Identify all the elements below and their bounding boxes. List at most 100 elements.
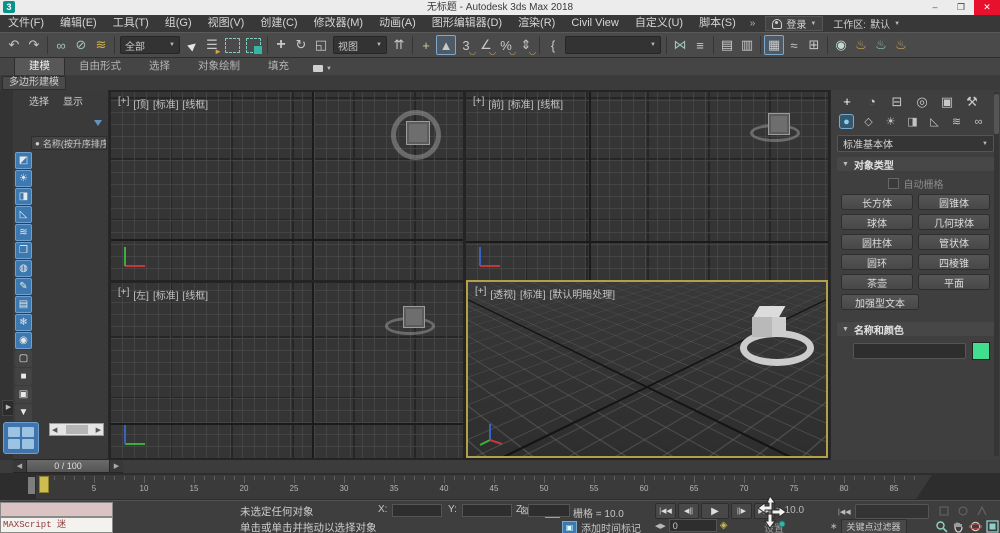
- selection-filter-dropdown[interactable]: 全部▼: [120, 36, 180, 54]
- cat-lights[interactable]: ☀: [883, 114, 898, 129]
- time-marker[interactable]: [39, 476, 49, 493]
- viewport-label-part-2[interactable]: [标准]: [153, 96, 179, 111]
- viewport-label-part-1[interactable]: [透视]: [490, 286, 516, 301]
- viewport-label-part-1[interactable]: [顶]: [133, 96, 149, 111]
- workspace-selector[interactable]: 工作区: 默认 ▼: [833, 16, 906, 31]
- scroll-right-icon[interactable]: ▶: [96, 426, 101, 434]
- viewport-layout-tab[interactable]: [3, 422, 39, 454]
- cat-cameras[interactable]: ◨: [905, 114, 920, 129]
- redo-icon[interactable]: ↷: [24, 35, 44, 55]
- mini-curve-editor-button[interactable]: [28, 477, 35, 494]
- primitive-button[interactable]: 四棱锥: [918, 254, 990, 270]
- filter-hidden-icon[interactable]: ◉: [15, 332, 32, 349]
- add-time-tag[interactable]: ▣ 添加时间标记: [562, 520, 641, 533]
- cat-systems[interactable]: ∞: [971, 114, 986, 129]
- viewport-label-part-0[interactable]: [+]: [473, 96, 484, 111]
- axis-constraint-icon[interactable]: +: [416, 35, 436, 55]
- checkbox-icon[interactable]: [888, 178, 899, 189]
- filter-geometry-icon[interactable]: ◩: [15, 152, 32, 169]
- scroll-thumb[interactable]: [66, 425, 88, 434]
- filter-lights-icon[interactable]: ☀: [15, 170, 32, 187]
- tab-utilities[interactable]: ⚒: [964, 94, 980, 110]
- menu-item-12[interactable]: 脚本(S): [691, 15, 744, 32]
- menu-item-4[interactable]: 视图(V): [200, 15, 253, 32]
- explorer-name-column-header[interactable]: ● 名称(按升序排序): [31, 136, 107, 150]
- ribbon-tab-1[interactable]: 自由形式: [65, 58, 135, 75]
- go-to-end-button[interactable]: ▶▶|: [754, 503, 775, 519]
- zoom-icon[interactable]: [934, 519, 948, 533]
- primitive-button-textplus[interactable]: 加强型文本: [841, 294, 919, 310]
- viewcube[interactable]: [768, 113, 790, 135]
- menu-item-7[interactable]: 动画(A): [371, 15, 424, 32]
- filter-funnel-icon[interactable]: ▼: [15, 404, 32, 421]
- spinner-snap-icon[interactable]: ⇕◡: [516, 35, 536, 55]
- primitive-button[interactable]: 管状体: [918, 234, 990, 250]
- scene-explorer-toggle-icon[interactable]: ▤: [717, 35, 737, 55]
- viewport-label-part-3[interactable]: [线框]: [183, 96, 209, 111]
- viewport-front[interactable]: [+][前][标准][线框]: [466, 92, 828, 280]
- unlink-selection-icon[interactable]: ⊘: [71, 35, 91, 55]
- mirror-icon[interactable]: ⋈: [670, 35, 690, 55]
- menu-item-8[interactable]: 图形编辑器(D): [424, 15, 510, 32]
- viewport-perspective-active[interactable]: [+][透视][标准][默认明暗处理]: [466, 280, 828, 458]
- viewport-top[interactable]: [+] [顶] [标准] [线框]: [111, 92, 463, 280]
- primitive-button[interactable]: 几何球体: [918, 214, 990, 230]
- ribbon-tab-2[interactable]: 选择: [135, 58, 184, 75]
- explorer-menu-select[interactable]: 选择: [29, 93, 49, 108]
- explorer-h-scrollbar[interactable]: ◀ ▶: [49, 423, 104, 436]
- select-and-link-icon[interactable]: ∞: [51, 35, 71, 55]
- viewport-label-part-0[interactable]: [+]: [118, 96, 129, 111]
- filter-bones-icon[interactable]: ✎: [15, 278, 32, 295]
- menu-item-6[interactable]: 修改器(M): [306, 15, 372, 32]
- selected-objects-dropdown[interactable]: [855, 504, 929, 519]
- viewport-label-part-3[interactable]: [线框]: [538, 96, 564, 111]
- primitive-button[interactable]: 茶壶: [841, 274, 913, 290]
- angle-snap-icon[interactable]: ∠◡: [476, 35, 496, 55]
- viewport-label-part-3[interactable]: [默认明暗处理]: [550, 286, 616, 301]
- viewport-label-part-3[interactable]: [线框]: [183, 287, 209, 302]
- viewport-label-part-0[interactable]: [+]: [475, 286, 486, 301]
- go-to-start-icon[interactable]: |◀◀: [838, 508, 851, 516]
- filter-frozen-icon[interactable]: ❄: [15, 314, 32, 331]
- cat-geometry[interactable]: ●: [839, 114, 854, 129]
- filter-xrefs-icon[interactable]: ◍: [15, 260, 32, 277]
- sign-in-button[interactable]: 登录 ▼: [765, 16, 823, 31]
- percent-snap-icon[interactable]: %◡: [496, 35, 516, 55]
- dope-sheet-icon[interactable]: ⊞: [804, 35, 824, 55]
- filter-materials-icon[interactable]: ▢: [15, 350, 32, 367]
- maximize-button[interactable]: ❐: [948, 0, 974, 15]
- primitive-button[interactable]: 圆环: [841, 254, 913, 270]
- curve-editor-icon[interactable]: ≈: [784, 35, 804, 55]
- menu-item-11[interactable]: 自定义(U): [627, 15, 691, 32]
- tab-motion[interactable]: ◎: [914, 94, 930, 110]
- time-slider-value[interactable]: 0 / 100: [27, 460, 109, 472]
- maxscript-macro-pane[interactable]: [0, 502, 113, 517]
- select-by-name-icon[interactable]: ☰►: [202, 35, 222, 55]
- maximize-viewport-icon[interactable]: [985, 519, 999, 533]
- current-frame-field[interactable]: 0: [669, 519, 717, 532]
- primitive-category-dropdown[interactable]: 标准基本体 ▼: [837, 135, 994, 152]
- timeline-ruler[interactable]: 0510152025303540455055606570758085: [36, 475, 932, 499]
- autogrid-checkbox[interactable]: 自动栅格: [831, 176, 1000, 191]
- undo-icon[interactable]: ↶: [4, 35, 24, 55]
- orbit-icon[interactable]: [968, 519, 982, 533]
- go-to-start-cluster[interactable]: |◀◀: [838, 504, 929, 519]
- select-and-rotate-icon[interactable]: ↻: [291, 35, 311, 55]
- panel-scrollbar[interactable]: [994, 92, 999, 456]
- tab-display[interactable]: ▣: [939, 94, 955, 110]
- frame-spinner-icon[interactable]: ◀▶: [655, 522, 666, 530]
- explorer-filter-icon[interactable]: [94, 120, 102, 126]
- cat-spacewarps[interactable]: ≋: [949, 114, 964, 129]
- filter-cameras-icon[interactable]: ◨: [15, 188, 32, 205]
- rect-selection-region-icon[interactable]: [225, 38, 240, 53]
- viewcube[interactable]: [403, 306, 425, 328]
- viewport-label-part-1[interactable]: [前]: [488, 96, 504, 111]
- ribbon-toggle-icon[interactable]: ▦: [764, 35, 784, 55]
- filter-groups-icon[interactable]: ❐: [15, 242, 32, 259]
- filter-containers-icon[interactable]: ▤: [15, 296, 32, 313]
- select-and-scale-icon[interactable]: ◱: [311, 35, 331, 55]
- scroll-left-icon[interactable]: ◀: [52, 426, 57, 434]
- snaps-toggle-icon[interactable]: ▲: [436, 35, 456, 55]
- tab-create[interactable]: +: [839, 94, 855, 110]
- window-crossing-icon[interactable]: [246, 38, 261, 53]
